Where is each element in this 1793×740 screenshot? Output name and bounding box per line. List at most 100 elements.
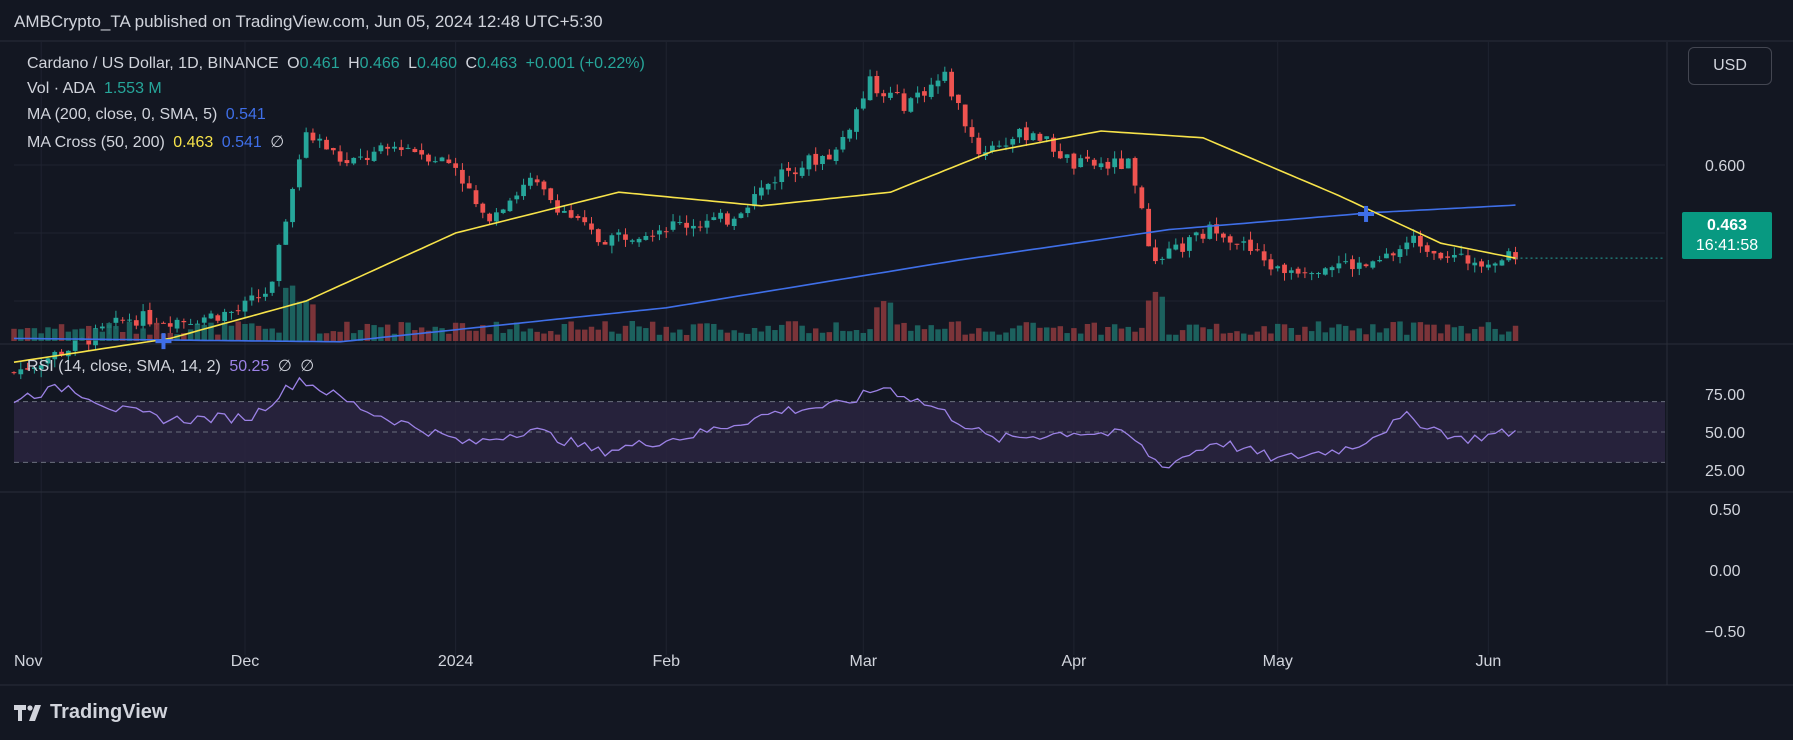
volume-bar — [296, 301, 303, 341]
volume-bar — [1268, 333, 1274, 341]
volume-bar — [989, 331, 996, 341]
candle-body — [1282, 264, 1287, 274]
time-axis-tick: Jun — [1475, 653, 1501, 670]
volume-bar — [452, 322, 459, 341]
candle-body — [222, 311, 227, 322]
candle-body — [643, 235, 649, 240]
volume-bar — [1356, 328, 1362, 341]
candle-body — [942, 71, 948, 81]
candle-body — [1180, 243, 1185, 252]
volume-bar — [1410, 322, 1417, 341]
legend-volume[interactable]: Vol · ADA 1.553 M — [27, 80, 166, 98]
volume-bar — [928, 325, 934, 341]
volume-bar — [819, 332, 826, 341]
candle-body — [1268, 259, 1274, 270]
candle-body — [1200, 233, 1206, 239]
volume-bar — [615, 333, 622, 341]
currency-button[interactable]: USD — [1688, 47, 1772, 85]
candle-body — [1322, 268, 1328, 275]
lower-axis-tick: −0.50 — [1705, 624, 1746, 641]
candle-body — [718, 212, 723, 219]
candle-body — [1424, 245, 1430, 252]
candle-body — [1350, 259, 1355, 270]
legend-ma200[interactable]: MA (200, close, 0, SMA, 5) 0.541 — [27, 106, 270, 124]
candle-body — [704, 220, 710, 228]
candle-body — [738, 213, 744, 218]
volume-bar — [1424, 324, 1430, 341]
volume-bar — [826, 332, 833, 341]
volume-bar — [1044, 327, 1050, 341]
candle-body — [412, 148, 418, 153]
volume-bar — [813, 328, 819, 341]
volume-bar — [466, 330, 472, 341]
candle-body — [725, 213, 730, 225]
volume-bar — [228, 325, 235, 341]
candle-body — [616, 232, 622, 235]
volume-bar — [1139, 327, 1145, 341]
candle-body — [1295, 268, 1301, 274]
volume-bar — [473, 330, 479, 341]
volume-bar — [201, 324, 207, 341]
ma200-line — [13, 204, 1516, 343]
candle-body — [636, 238, 642, 243]
candle-body — [595, 229, 601, 243]
volume-bar — [636, 326, 642, 341]
volume-bar — [1166, 334, 1172, 341]
legend-macross[interactable]: MA Cross (50, 200) 0.463 0.541 ∅ — [27, 132, 288, 152]
lower-axis-tick: 0.50 — [1709, 502, 1740, 519]
open-value: 0.461 — [299, 55, 340, 72]
legend-rsi[interactable]: RSI (14, close, SMA, 14, 2) 50.25 ∅ ∅ — [27, 356, 318, 376]
candle-body — [745, 207, 751, 214]
high-label: H — [348, 55, 360, 72]
volume-bar — [622, 325, 629, 341]
volume-bar — [595, 329, 602, 341]
candle-body — [1078, 158, 1084, 168]
candle-body — [1119, 158, 1124, 170]
candle-body — [813, 153, 819, 165]
candle-body — [330, 147, 336, 151]
volume-bar — [446, 333, 452, 341]
tradingview-logo-icon — [14, 704, 41, 721]
candle-body — [351, 157, 357, 164]
time-axis-tick: 2024 — [438, 653, 474, 670]
volume-bar — [1152, 291, 1159, 341]
volume-bar — [1241, 333, 1247, 341]
volume-bar — [901, 322, 907, 341]
candle-body — [629, 240, 635, 242]
volume-bar — [1472, 329, 1478, 341]
candle-body — [657, 230, 662, 235]
symbol-title[interactable]: Cardano / US Dollar, 1D, BINANCE — [27, 55, 279, 72]
candle-body — [888, 92, 893, 98]
candle-body — [996, 145, 1002, 147]
candle-body — [344, 160, 350, 164]
candle-body — [1227, 236, 1233, 243]
volume-bar — [840, 330, 846, 341]
volume-bar — [1227, 332, 1233, 341]
volume-bar — [1499, 334, 1505, 341]
candle-body — [792, 172, 798, 175]
candle-body — [1017, 128, 1022, 138]
volume-bar — [310, 304, 316, 341]
candle-body — [1241, 241, 1247, 243]
time-axis-tick: Feb — [652, 653, 680, 670]
volume-bar — [948, 321, 955, 341]
volume-bar — [1010, 328, 1016, 341]
volume-bar — [1186, 324, 1193, 341]
volume-bar — [398, 322, 404, 341]
candle-body — [589, 223, 594, 230]
volume-bar — [976, 328, 982, 341]
candle-body — [922, 91, 927, 96]
candle-body — [1112, 158, 1118, 168]
volume-bar — [1390, 322, 1396, 341]
volume-bar — [1512, 325, 1519, 341]
rsi-axis-tick: 75.00 — [1705, 387, 1745, 404]
candle-body — [1370, 261, 1376, 268]
volume-bar — [935, 329, 941, 341]
tradingview-logo[interactable]: TradingView — [14, 701, 167, 724]
candle-body — [670, 221, 676, 230]
volume-bar — [1030, 322, 1036, 341]
candle-body — [956, 94, 961, 104]
volume-bar — [629, 321, 635, 341]
candle-body — [1377, 260, 1383, 262]
close-value: 0.463 — [477, 55, 518, 72]
